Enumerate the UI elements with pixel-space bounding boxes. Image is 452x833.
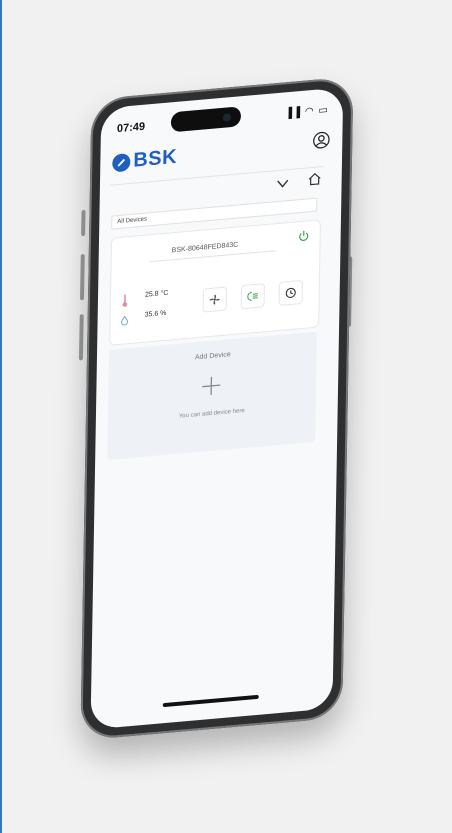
camera-icon bbox=[222, 113, 232, 122]
device-name: BSK-80648FED843C bbox=[171, 241, 239, 255]
mode-icon bbox=[247, 291, 258, 301]
phone-mockup: 07:49 ▐▐ ◠ ▭ BSK All Devices BSK-80648FE… bbox=[72, 44, 384, 761]
device-name-underline bbox=[149, 250, 276, 263]
humidity-value: 35.6 % bbox=[144, 309, 167, 319]
droplet-icon bbox=[121, 315, 129, 326]
mode-button[interactable] bbox=[240, 283, 265, 310]
home-indicator bbox=[162, 694, 259, 708]
timer-button[interactable] bbox=[278, 279, 303, 306]
phone-volume-down-button bbox=[78, 314, 84, 361]
temperature-value: 25.8 °C bbox=[144, 289, 169, 299]
status-time: 07:49 bbox=[116, 120, 146, 136]
add-device-panel[interactable]: Add Device You can add device here bbox=[107, 331, 318, 461]
fan-button[interactable] bbox=[202, 286, 227, 313]
phone-action-button bbox=[81, 209, 86, 237]
left-accent-border bbox=[0, 0, 2, 833]
add-device-title: Add Device bbox=[194, 351, 231, 362]
plus-icon[interactable] bbox=[200, 374, 222, 398]
app-screen: 07:49 ▐▐ ◠ ▭ BSK All Devices BSK-80648FE… bbox=[90, 87, 344, 730]
phone-volume-up-button bbox=[79, 253, 85, 301]
dynamic-island bbox=[170, 106, 242, 133]
add-device-hint: You can add device here bbox=[178, 407, 245, 420]
fan-icon bbox=[209, 294, 220, 305]
home-icon[interactable] bbox=[308, 171, 322, 186]
status-icons: ▐▐ ◠ ▭ bbox=[284, 104, 329, 120]
device-card[interactable]: BSK-80648FED843C 25.8 °C 35.6 % bbox=[109, 219, 321, 346]
timer-icon bbox=[285, 287, 296, 298]
brand-name: BSK bbox=[133, 145, 178, 172]
power-icon[interactable] bbox=[298, 229, 310, 242]
thermometer-icon bbox=[122, 294, 128, 307]
chevron-down-icon[interactable] bbox=[276, 176, 290, 191]
brand-logo: BSK bbox=[112, 146, 177, 175]
user-circle-icon[interactable] bbox=[312, 130, 330, 150]
phone-body: 07:49 ▐▐ ◠ ▭ BSK All Devices BSK-80648FE… bbox=[80, 76, 354, 741]
logo-mark-icon bbox=[112, 152, 131, 173]
